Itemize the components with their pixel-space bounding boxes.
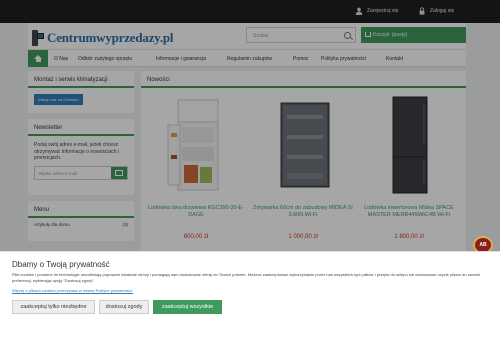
cookie-body: Pliki cookies i podobne im technologie u…: [12, 272, 480, 283]
accept-necessary-button[interactable]: zaakceptuj tylko niezbędne: [12, 300, 95, 314]
adjust-consent-button[interactable]: dostosuj zgody: [99, 300, 149, 314]
privacy-policy-link[interactable]: Więcej o plikach cookies przeczytasz w n…: [12, 288, 133, 293]
cookie-title: Dbamy o Twoją prywatność: [12, 260, 110, 269]
cookie-consent-panel: Dbamy o Twoją prywatność Pliki cookies i…: [0, 251, 500, 348]
accept-all-button[interactable]: zaakceptuj wszystkie: [153, 300, 222, 314]
